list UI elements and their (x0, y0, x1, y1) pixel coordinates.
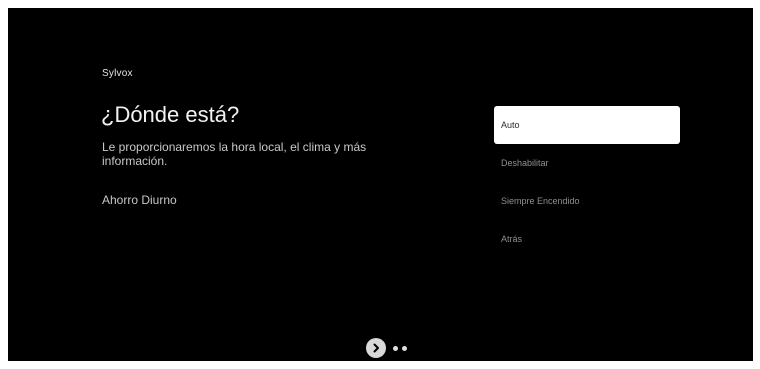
option-label: Siempre Encendido (501, 196, 580, 206)
pager-dot (402, 345, 407, 351)
setup-screen: Sylvox ¿Dónde está? Le proporcionaremos … (8, 8, 753, 361)
option-label: Auto (501, 120, 520, 130)
brand-logo: Sylvox (102, 68, 133, 79)
option-back[interactable]: Atrás (494, 220, 680, 258)
option-always-on[interactable]: Siempre Encendido (494, 182, 680, 220)
chevron-right-icon (373, 343, 379, 353)
option-auto[interactable]: Auto (494, 106, 680, 144)
setting-name: Ahorro Diurno (102, 193, 177, 207)
option-label: Deshabilitar (501, 158, 549, 168)
options-list: Auto Deshabilitar Siempre Encendido Atrá… (494, 106, 680, 258)
next-button[interactable] (366, 338, 386, 358)
option-label: Atrás (501, 234, 523, 244)
page-title: ¿Dónde está? (101, 102, 240, 127)
page-subtitle: Le proporcionaremos la hora local, el cl… (102, 140, 367, 168)
pager (366, 337, 407, 359)
pager-dot (393, 345, 398, 351)
option-disable[interactable]: Deshabilitar (494, 144, 680, 182)
